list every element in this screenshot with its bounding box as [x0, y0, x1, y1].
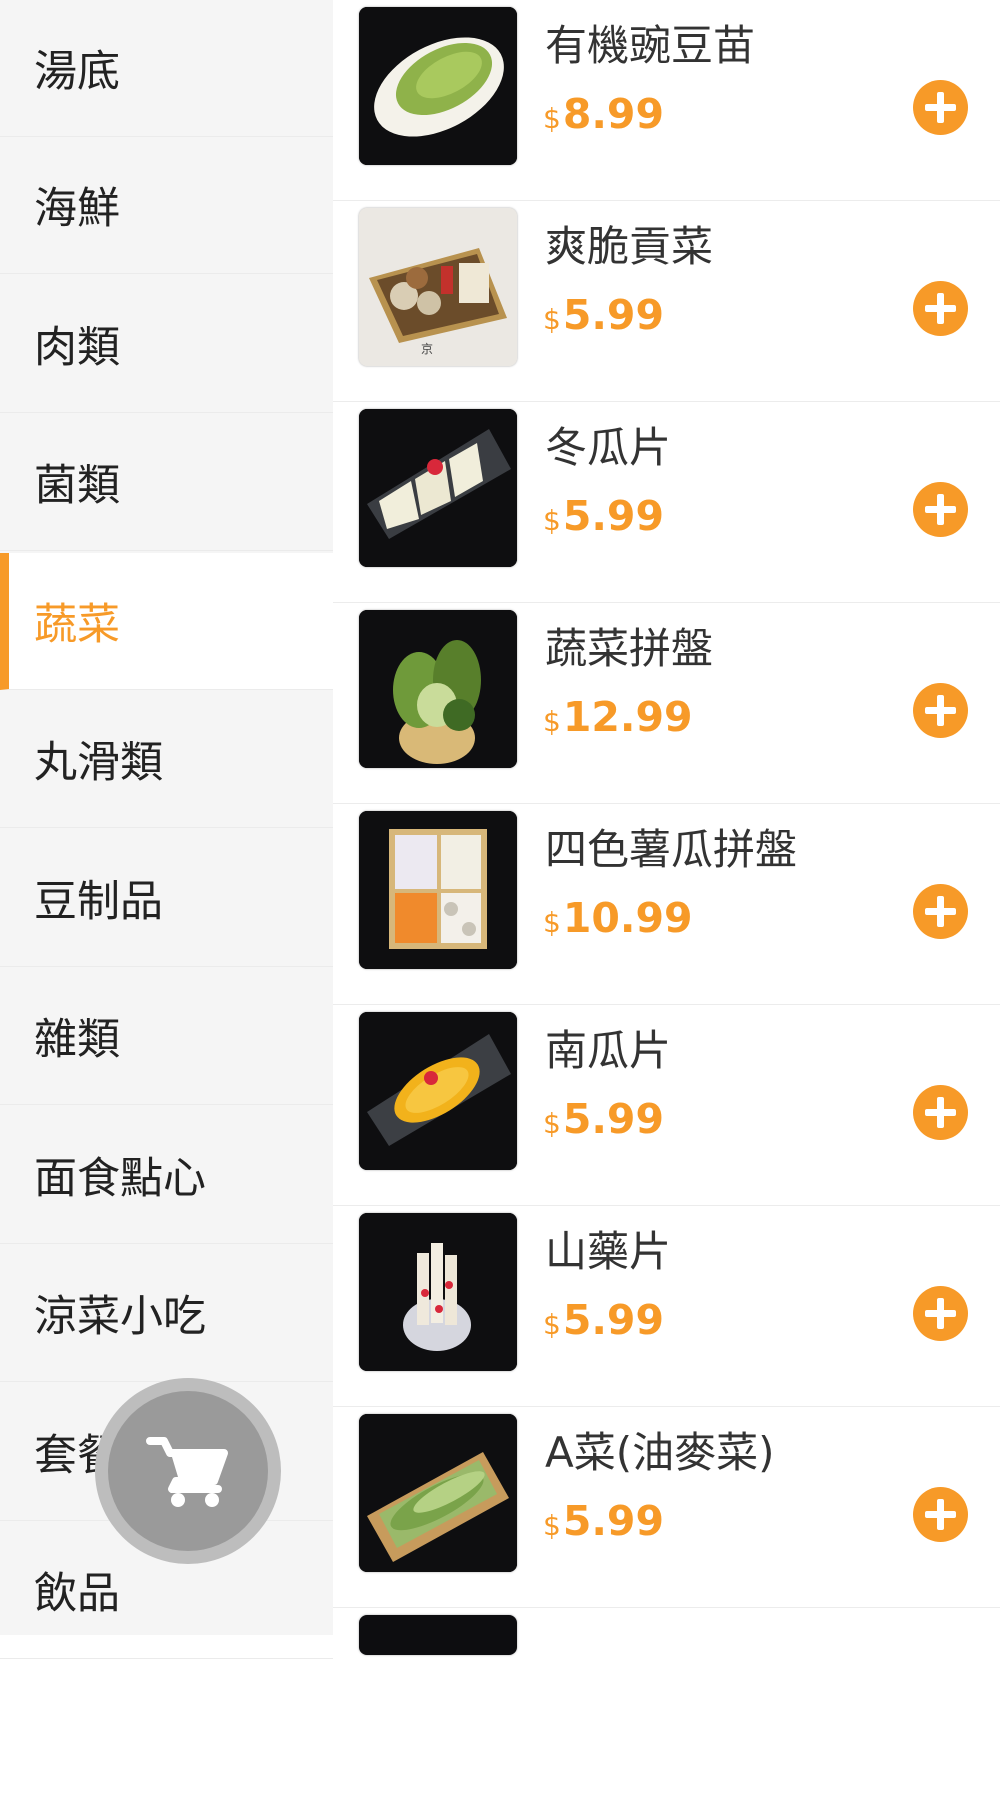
product-item[interactable]: 南瓜片 $5.99 — [333, 1005, 1000, 1206]
product-name: 山藥片 — [545, 1227, 672, 1276]
add-to-cart-icon[interactable] — [913, 80, 968, 135]
sidebar-item-label: 豆制品 — [34, 877, 163, 927]
sidebar-item-label: 面食點心 — [34, 1154, 206, 1204]
product-name: 南瓜片 — [545, 1026, 672, 1075]
add-to-cart-icon[interactable] — [913, 281, 968, 336]
price-amount: 10.99 — [562, 894, 693, 942]
product-item[interactable]: 冬瓜片 $5.99 — [333, 402, 1000, 603]
product-image: 京 — [359, 208, 517, 366]
sidebar-item-cold-dishes[interactable]: 涼菜小吃 — [0, 1245, 333, 1382]
price-amount: 12.99 — [562, 693, 693, 741]
price-amount: 5.99 — [562, 492, 664, 540]
product-price: $5.99 — [543, 1095, 664, 1143]
sidebar-item-soup-base[interactable]: 湯底 — [0, 0, 333, 137]
sidebar-item-noodles-dimsum[interactable]: 面食點心 — [0, 1107, 333, 1244]
sidebar-item-misc[interactable]: 雜類 — [0, 968, 333, 1105]
product-name: 蔬菜拼盤 — [545, 624, 714, 673]
price-amount: 5.99 — [562, 1497, 664, 1545]
product-image — [359, 1414, 517, 1572]
sidebar-item-meat[interactable]: 肉類 — [0, 276, 333, 413]
product-price: $10.99 — [543, 894, 693, 942]
product-price: $12.99 — [543, 693, 693, 741]
sidebar-item-label: 涼菜小吃 — [34, 1292, 206, 1342]
sidebar-item-label: 湯底 — [34, 47, 120, 97]
product-item[interactable]: 四色薯瓜拼盤 $10.99 — [333, 804, 1000, 1005]
sidebar-item-label: 丸滑類 — [34, 738, 163, 788]
product-name: 有機豌豆苗 — [545, 21, 756, 70]
product-name: 爽脆貢菜 — [545, 222, 714, 271]
price-amount: 8.99 — [562, 90, 664, 138]
product-image — [359, 610, 517, 768]
sidebar-item-label: 蔬菜 — [34, 600, 120, 650]
product-price: $5.99 — [543, 1296, 664, 1344]
add-to-cart-icon[interactable] — [913, 1286, 968, 1341]
currency-symbol: $ — [543, 1509, 561, 1542]
currency-symbol: $ — [543, 504, 561, 537]
product-image — [359, 409, 517, 567]
product-price: $5.99 — [543, 492, 664, 540]
product-item[interactable]: 蔬菜拼盤 $12.99 — [333, 603, 1000, 804]
product-name: 冬瓜片 — [545, 423, 672, 472]
product-item[interactable]: 山藥片 $5.99 — [333, 1206, 1000, 1407]
shopping-cart-icon — [146, 1437, 228, 1507]
sidebar-item-label: 菌類 — [34, 461, 120, 511]
cart-button[interactable] — [95, 1378, 281, 1564]
add-to-cart-icon[interactable] — [913, 884, 968, 939]
price-amount: 5.99 — [562, 1296, 664, 1344]
cart-button-inner — [108, 1391, 268, 1551]
currency-symbol: $ — [543, 102, 561, 135]
product-name: 四色薯瓜拼盤 — [545, 825, 798, 874]
add-to-cart-icon[interactable] — [913, 1487, 968, 1542]
product-price: $5.99 — [543, 291, 664, 339]
sidebar-item-label: 飲品 — [34, 1569, 120, 1619]
sidebar-item-label: 雜類 — [34, 1015, 120, 1065]
product-item-partial[interactable] — [333, 1608, 1000, 1809]
product-item[interactable]: A菜(油麥菜) $5.99 — [333, 1407, 1000, 1608]
sidebar-item-label: 肉類 — [34, 323, 120, 373]
sidebar-item-seafood[interactable]: 海鮮 — [0, 137, 333, 274]
currency-symbol: $ — [543, 705, 561, 738]
sidebar-item-balls[interactable]: 丸滑類 — [0, 691, 333, 828]
currency-symbol: $ — [543, 906, 561, 939]
currency-symbol: $ — [543, 1107, 561, 1140]
product-image — [359, 1213, 517, 1371]
product-image — [359, 1615, 517, 1655]
product-price: $5.99 — [543, 1497, 664, 1545]
sidebar-item-label: 海鮮 — [34, 184, 120, 234]
sidebar-item-mushroom[interactable]: 菌類 — [0, 414, 333, 551]
product-list: 有機豌豆苗 $8.99 京 爽脆貢菜 $5.99 冬瓜片 $5.99 蔬菜拼盤 … — [333, 0, 1000, 1655]
price-amount: 5.99 — [562, 1095, 664, 1143]
product-image — [359, 811, 517, 969]
sidebar-item-tofu[interactable]: 豆制品 — [0, 830, 333, 967]
svg-text:京: 京 — [421, 342, 433, 356]
product-item[interactable]: 京 爽脆貢菜 $5.99 — [333, 201, 1000, 402]
product-image — [359, 1012, 517, 1170]
currency-symbol: $ — [543, 1308, 561, 1341]
currency-symbol: $ — [543, 303, 561, 336]
add-to-cart-icon[interactable] — [913, 482, 968, 537]
product-price: $8.99 — [543, 90, 664, 138]
add-to-cart-icon[interactable] — [913, 683, 968, 738]
product-name: A菜(油麥菜) — [545, 1428, 775, 1477]
sidebar-item-vegetables[interactable]: 蔬菜 — [0, 553, 333, 690]
price-amount: 5.99 — [562, 291, 664, 339]
product-item[interactable]: 有機豌豆苗 $8.99 — [333, 0, 1000, 201]
product-image — [359, 7, 517, 165]
add-to-cart-icon[interactable] — [913, 1085, 968, 1140]
